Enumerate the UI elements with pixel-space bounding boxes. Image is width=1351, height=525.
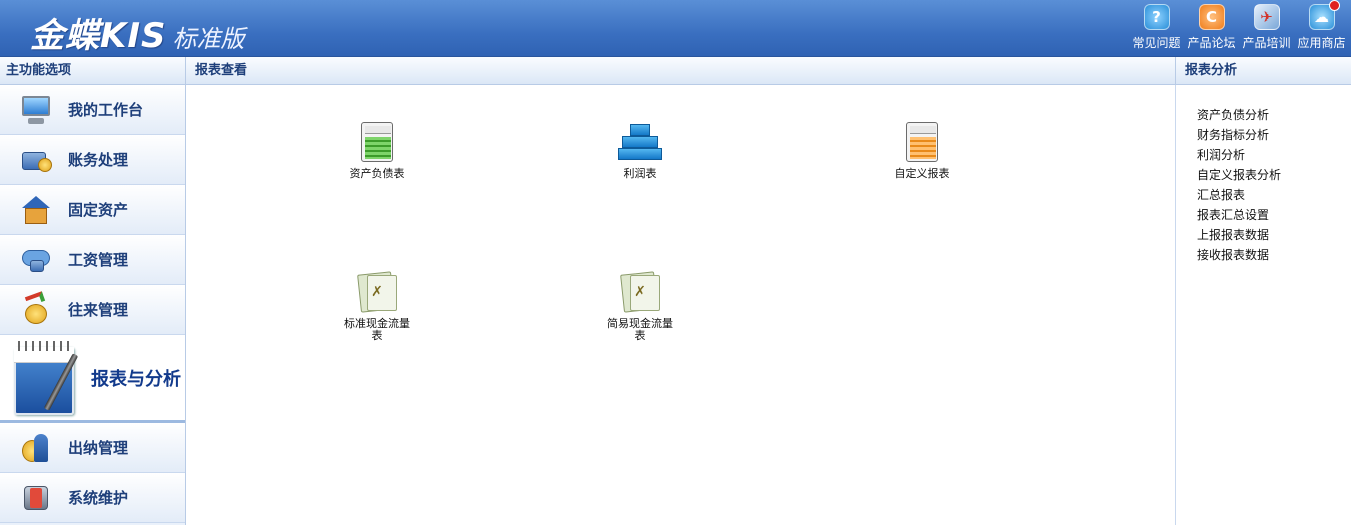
tool-faq-label: 常见问题: [1132, 36, 1181, 50]
report-balance-sheet[interactable]: 资产负债表: [327, 120, 427, 180]
header-toolbar: ? 常见问题 C 产品论坛 ✈ 产品培训 ☁ 应用商店: [1129, 0, 1349, 51]
nav-item-label: 我的工作台: [68, 101, 144, 119]
balance-sheet-icon: [355, 120, 399, 164]
cashier-icon: [20, 432, 52, 464]
system-tools-icon: [20, 482, 52, 514]
standard-cashflow-icon: ✗: [355, 270, 399, 314]
app-store-icon: ☁: [1308, 0, 1340, 30]
tool-faq[interactable]: ? 常见问题: [1129, 4, 1184, 51]
nav-item-salary[interactable]: 工资管理: [0, 235, 185, 285]
nav-item-workbench[interactable]: 我的工作台: [0, 85, 185, 135]
training-rocket-icon: ✈: [1253, 4, 1280, 30]
notebook-pen-icon: [14, 340, 79, 415]
report-label: 利润表: [623, 167, 657, 180]
report-label: 资产负债表: [349, 167, 405, 180]
money-bag-icon: [20, 290, 52, 326]
side-link-balance-analysis[interactable]: 资产负债分析: [1176, 105, 1351, 125]
tool-app-store[interactable]: ☁ 应用商店: [1294, 0, 1349, 51]
report-label: 简易现金流量表: [607, 317, 673, 342]
nav-title: 主功能选项: [0, 57, 186, 85]
report-custom[interactable]: 自定义报表: [872, 120, 972, 180]
nav-item-label: 出纳管理: [68, 439, 129, 457]
report-standard-cashflow[interactable]: ✗ 标准现金流量表: [327, 270, 427, 342]
nav-item-cashier[interactable]: 出纳管理: [0, 423, 185, 473]
logo-edition: 标准版: [172, 25, 245, 53]
side-link-profit-analysis[interactable]: 利润分析: [1176, 145, 1351, 165]
logo-brand: 金蝶KIS: [30, 16, 167, 56]
tool-forum[interactable]: C 产品论坛: [1184, 4, 1239, 51]
nav-item-label: 报表与分析: [91, 368, 181, 390]
report-simple-cashflow[interactable]: ✗ 简易现金流量表: [590, 270, 690, 342]
side-link-custom-analysis[interactable]: 自定义报表分析: [1176, 165, 1351, 185]
report-view: 资产负债表 利润表 自定义报表 ✗ 标准现金流量表 ✗ 简易现金流量表: [186, 85, 1175, 525]
top-header: 金蝶KIS 标准版 ? 常见问题 C 产品论坛 ✈ 产品培训 ☁ 应用商店: [0, 0, 1351, 57]
nav-item-system[interactable]: 系统维护: [0, 473, 185, 523]
nav-item-receivables[interactable]: 往来管理: [0, 285, 185, 335]
nav-item-label: 系统维护: [68, 489, 129, 507]
tool-training[interactable]: ✈ 产品培训: [1239, 4, 1294, 51]
report-label: 自定义报表: [894, 167, 950, 180]
nav-item-reports[interactable]: 报表与分析: [0, 335, 185, 423]
nav-item-label: 固定资产: [68, 201, 129, 219]
nav-item-fixed-assets[interactable]: 固定资产: [0, 185, 185, 235]
report-profit[interactable]: 利润表: [590, 120, 690, 180]
side-link-financial-indicators[interactable]: 财务指标分析: [1176, 125, 1351, 145]
analysis-panel: 资产负债分析 财务指标分析 利润分析 自定义报表分析 汇总报表 报表汇总设置 上…: [1175, 85, 1351, 525]
main-nav: 我的工作台 账务处理 固定资产 工资管理 往来管理 报表与分析 出纳管理 系统维…: [0, 85, 186, 525]
tool-forum-label: 产品论坛: [1187, 36, 1236, 50]
notification-dot: [1328, 0, 1340, 11]
side-link-summary-settings[interactable]: 报表汇总设置: [1176, 205, 1351, 225]
custom-report-icon: [900, 120, 944, 164]
tool-app-store-label: 应用商店: [1297, 36, 1346, 50]
kis-window: 金蝶KIS 标准版 ? 常见问题 C 产品论坛 ✈ 产品培训 ☁ 应用商店 主功…: [0, 0, 1351, 525]
nav-item-accounting[interactable]: 账务处理: [0, 135, 185, 185]
profit-blocks-icon: [618, 120, 662, 164]
nav-item-label: 账务处理: [68, 151, 129, 169]
nav-item-label: 工资管理: [68, 251, 129, 269]
tool-training-label: 产品培训: [1242, 36, 1291, 50]
forum-icon: C: [1198, 4, 1225, 30]
monitor-icon: [20, 94, 52, 126]
product-logo: 金蝶KIS 标准版: [30, 8, 245, 56]
report-label: 标准现金流量表: [344, 317, 410, 342]
content-title: 报表查看: [186, 57, 1175, 85]
simple-cashflow-icon: ✗: [618, 270, 662, 314]
side-link-receive-data[interactable]: 接收报表数据: [1176, 245, 1351, 265]
nav-item-label: 往来管理: [68, 301, 129, 319]
help-question-icon: ?: [1143, 4, 1170, 30]
side-link-summary-report[interactable]: 汇总报表: [1176, 185, 1351, 205]
side-title: 报表分析: [1175, 57, 1351, 85]
side-link-upload-data[interactable]: 上报报表数据: [1176, 225, 1351, 245]
salary-cloud-icon: [20, 244, 52, 276]
ledger-box-icon: [20, 144, 52, 176]
house-icon: [20, 194, 52, 226]
